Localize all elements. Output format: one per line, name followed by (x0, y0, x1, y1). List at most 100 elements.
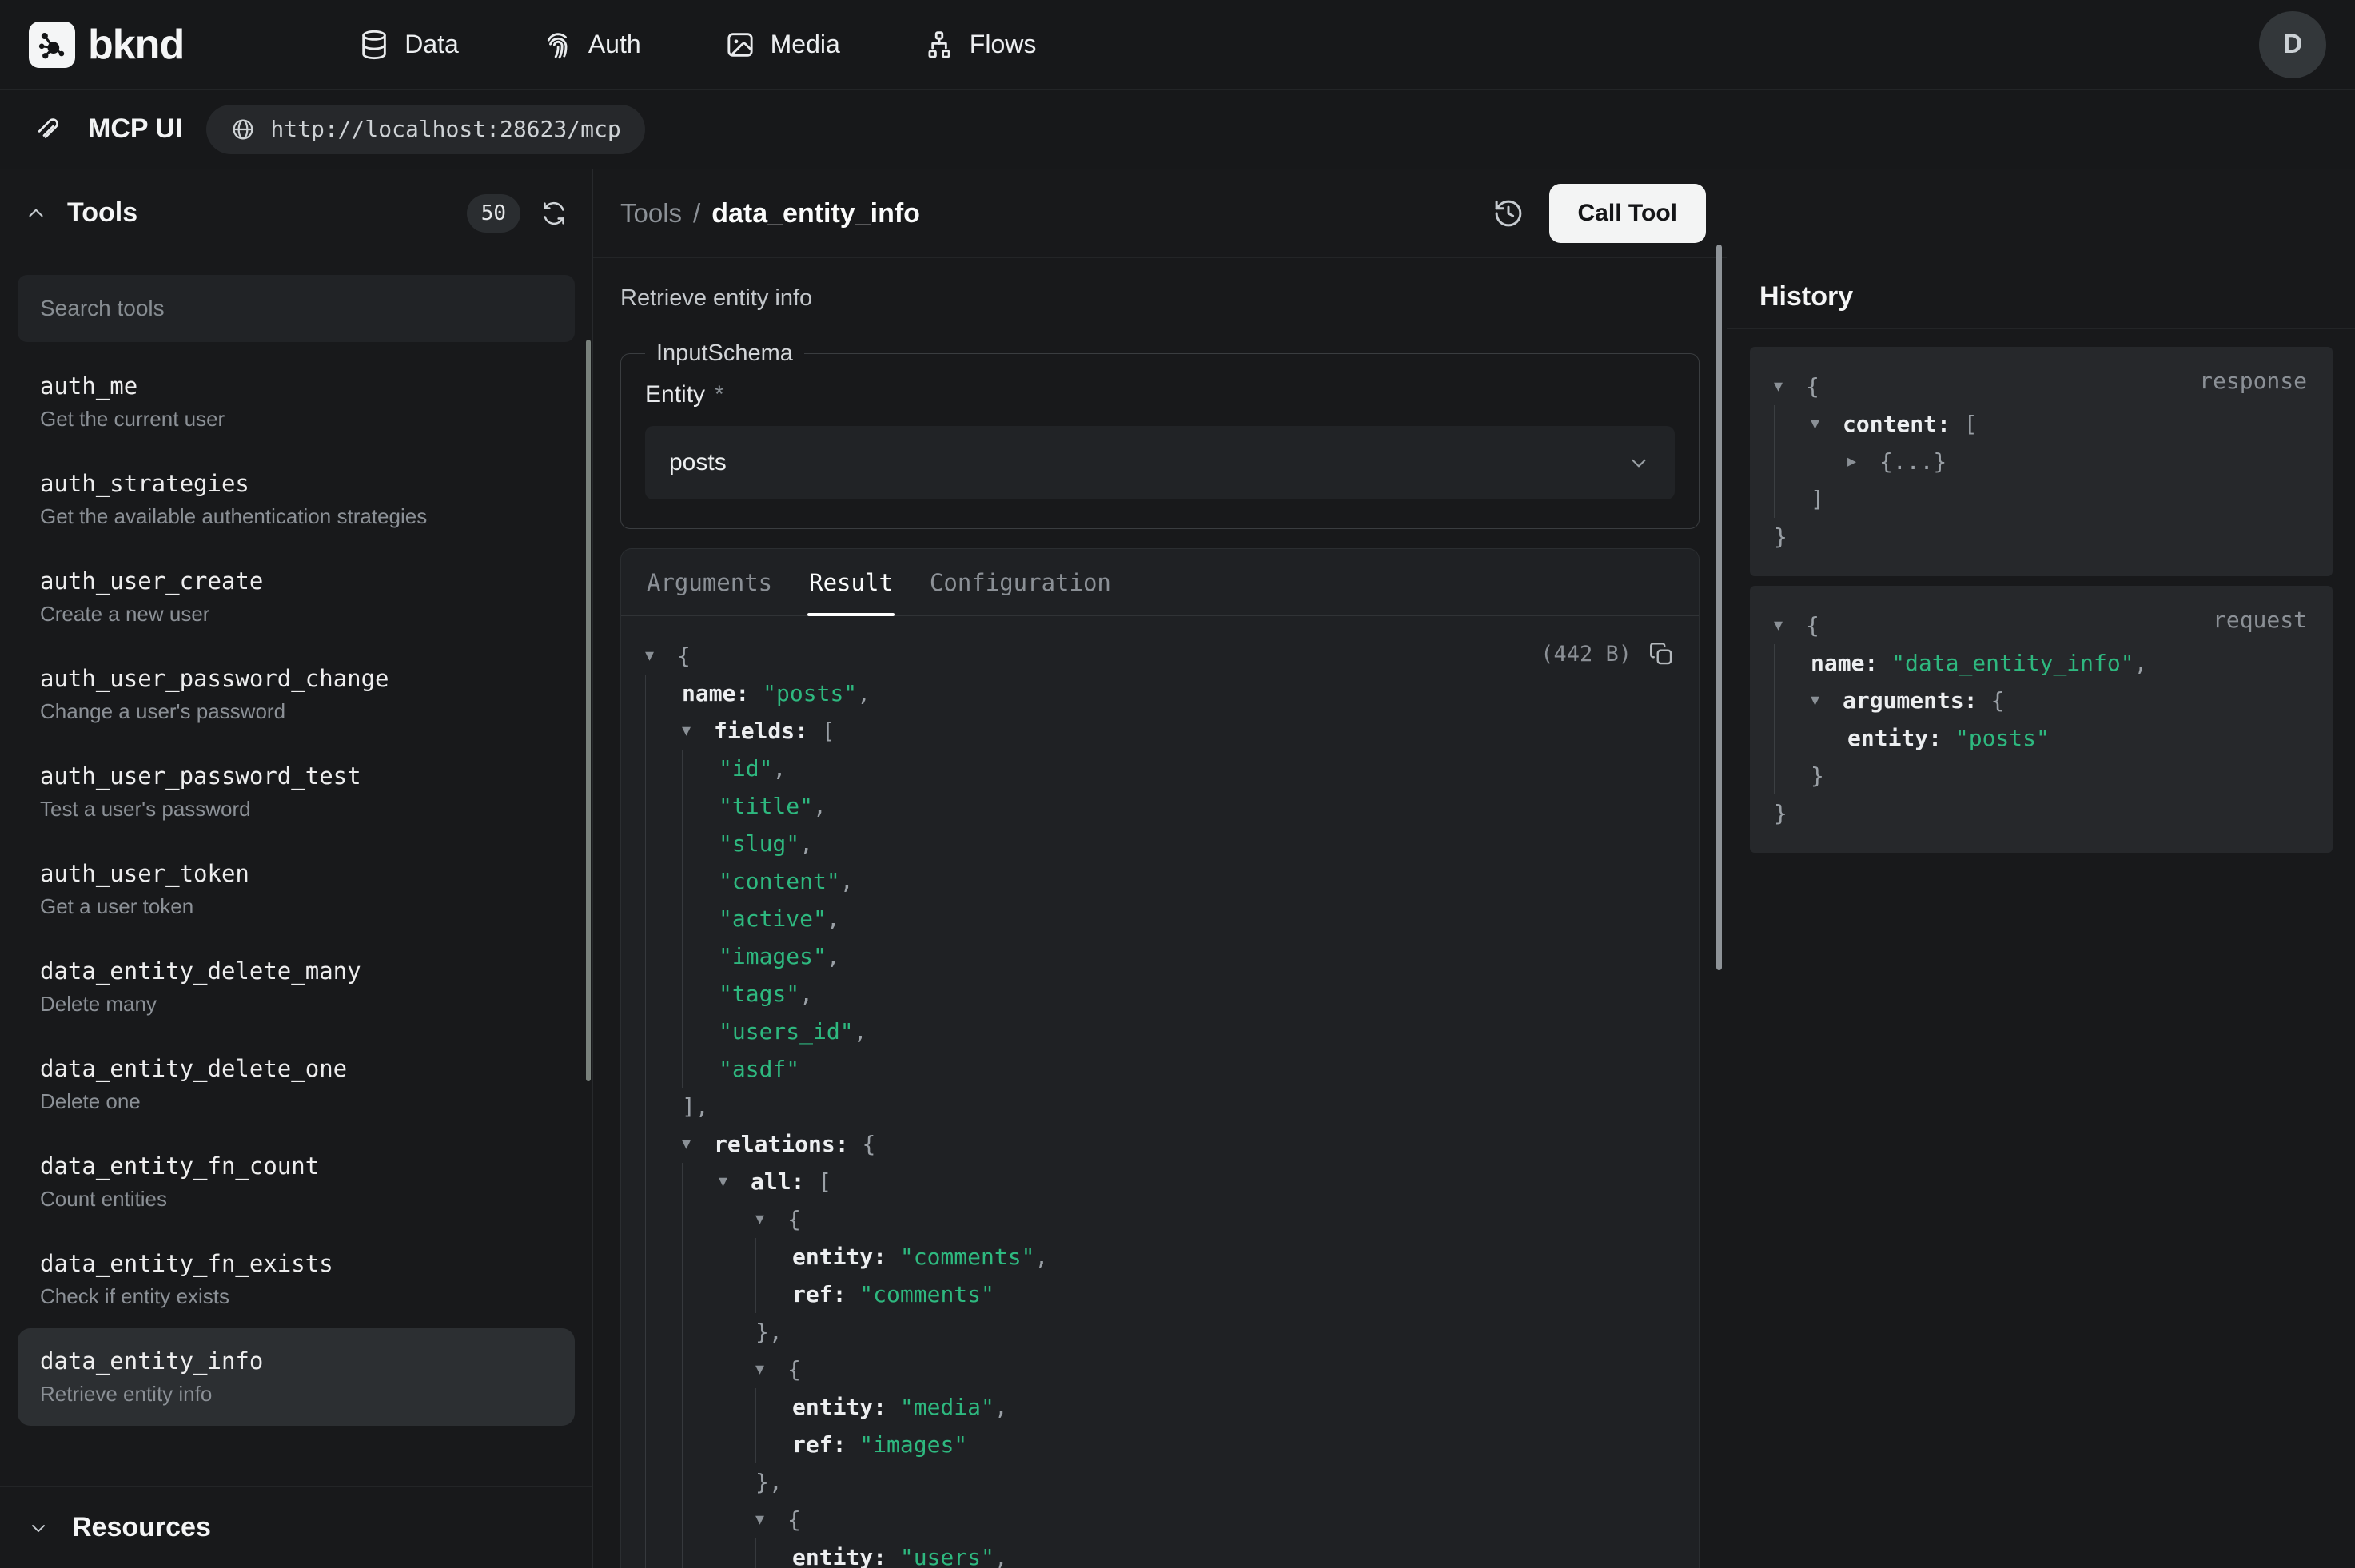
list-item[interactable]: auth_user_tokenGet a user token (18, 841, 575, 938)
list-item[interactable]: auth_user_password_changeChange a user's… (18, 646, 575, 743)
list-item[interactable]: data_entity_delete_manyDelete many (18, 938, 575, 1036)
list-item[interactable]: auth_meGet the current user (18, 353, 575, 451)
caret-toggle-icon[interactable]: ▾ (755, 1200, 787, 1238)
history-entry-response[interactable]: response▾{▾content: [▸{...}]} (1750, 347, 2333, 576)
app-window: bknd Data Auth (0, 0, 2355, 1568)
history-entry-request[interactable]: request▾{name: "data_entity_info",▾argum… (1750, 586, 2333, 853)
main-scrollbar-thumb[interactable] (1716, 245, 1722, 970)
tool-name: auth_user_password_change (40, 665, 552, 692)
indent-guide (645, 1463, 682, 1501)
tool-name: auth_user_password_test (40, 762, 552, 790)
indent-guide (645, 1238, 682, 1275)
resources-section[interactable]: Resources (0, 1486, 592, 1568)
indent-guide (1774, 719, 1811, 757)
caret-toggle-icon[interactable]: ▾ (719, 1163, 751, 1200)
json-line: entity: "users", (645, 1538, 1675, 1568)
caret-toggle-icon[interactable]: ▾ (682, 1125, 714, 1163)
tools-title: Tools (67, 197, 137, 229)
caret-toggle-icon[interactable]: ▾ (682, 712, 714, 750)
mcp-icon (34, 114, 64, 145)
json-line: } (1774, 794, 2309, 832)
indent-guide (645, 1426, 682, 1463)
tab-result[interactable]: Result (809, 549, 893, 615)
result-json-viewer: (442 B) ▾{name: "posts",▾fields: ["id","… (621, 616, 1699, 1568)
list-item[interactable]: auth_user_createCreate a new user (18, 548, 575, 646)
json-line: ref: "comments" (645, 1275, 1675, 1313)
history-toggle-button[interactable] (1492, 197, 1525, 230)
caret-toggle-icon[interactable]: ▾ (755, 1501, 787, 1538)
refresh-tools-button[interactable] (540, 199, 568, 228)
json-line: "tags", (645, 975, 1675, 1013)
tab-arguments[interactable]: Arguments (647, 549, 772, 615)
molecule-logo-icon (34, 27, 70, 62)
tab-bar: Arguments Result Configuration (621, 549, 1699, 616)
caret-toggle-icon[interactable]: ▸ (1847, 443, 1879, 480)
indent-guide (682, 750, 719, 787)
history-entry-label: request (2213, 607, 2307, 633)
list-item[interactable]: auth_strategiesGet the available authent… (18, 451, 575, 548)
indent-guide (682, 937, 719, 975)
indent-guide (645, 825, 682, 862)
json-line: ▾arguments: { (1774, 682, 2309, 719)
indent-guide (682, 975, 719, 1013)
history-title: History (1759, 281, 2323, 312)
json-line: "id", (645, 750, 1675, 787)
brand-name[interactable]: bknd (88, 21, 184, 69)
indent-guide (645, 1388, 682, 1426)
sidebar-scrollbar-thumb[interactable] (586, 340, 591, 1081)
nav-item-flows[interactable]: Flows (923, 29, 1037, 61)
tools-sidebar: Tools 50 auth_meGet the current userauth… (0, 169, 593, 1568)
resources-label: Resources (72, 1512, 211, 1543)
caret-toggle-icon[interactable]: ▾ (755, 1351, 787, 1388)
indent-guide (682, 787, 719, 825)
tool-description: Get a user token (40, 894, 552, 919)
tool-name: data_entity_fn_exists (40, 1250, 552, 1277)
tool-name: data_entity_info (40, 1347, 552, 1375)
list-item[interactable]: data_entity_infoRetrieve entity info (18, 1328, 575, 1426)
search-input[interactable] (18, 275, 575, 342)
caret-toggle-icon[interactable]: ▾ (1774, 368, 1806, 405)
json-line: }, (645, 1463, 1675, 1501)
indent-guide (719, 1388, 755, 1426)
nav-item-media[interactable]: Media (724, 29, 840, 61)
indent-guide (682, 1200, 719, 1238)
breadcrumb-section[interactable]: Tools (620, 198, 682, 229)
json-line: "asdf" (645, 1050, 1675, 1088)
caret-toggle-icon[interactable]: ▾ (1811, 682, 1843, 719)
history-header: History (1727, 169, 2355, 329)
caret-toggle-icon[interactable]: ▾ (1774, 607, 1806, 644)
tool-description: Delete one (40, 1089, 552, 1114)
indent-guide (682, 1313, 719, 1351)
tools-header: Tools 50 (0, 169, 592, 257)
indent-guide (682, 1463, 719, 1501)
indent-guide (719, 1351, 755, 1388)
indent-guide (1811, 443, 1847, 480)
tab-configuration[interactable]: Configuration (930, 549, 1111, 615)
bknd-logo[interactable] (29, 22, 75, 68)
history-icon (1492, 197, 1525, 230)
chevron-up-icon[interactable] (24, 201, 48, 225)
indent-guide (645, 1351, 682, 1388)
user-avatar[interactable]: D (2259, 11, 2326, 78)
entity-select-value: posts (669, 449, 727, 476)
list-item[interactable]: data_entity_fn_existsCheck if entity exi… (18, 1231, 575, 1328)
caret-toggle-icon[interactable]: ▾ (1811, 405, 1843, 443)
json-line: ▾{ (645, 1351, 1675, 1388)
indent-guide (682, 1351, 719, 1388)
json-line: ▾fields: [ (645, 712, 1675, 750)
nav-item-auth[interactable]: Auth (542, 29, 641, 61)
list-item[interactable]: auth_user_password_testTest a user's pas… (18, 743, 575, 841)
nav-item-data[interactable]: Data (358, 29, 459, 61)
caret-toggle-icon[interactable]: ▾ (645, 637, 677, 675)
tool-description: Count entities (40, 1187, 552, 1212)
list-item[interactable]: data_entity_delete_oneDelete one (18, 1036, 575, 1133)
entity-select[interactable]: posts (645, 426, 1675, 499)
copy-button[interactable] (1648, 640, 1675, 667)
call-tool-button[interactable]: Call Tool (1549, 184, 1706, 243)
nav-label: Data (404, 30, 459, 59)
history-entry-label: response (2199, 368, 2307, 394)
list-item[interactable]: data_entity_fn_countCount entities (18, 1133, 575, 1231)
mcp-url-pill[interactable]: http://localhost:28623/mcp (206, 105, 644, 154)
history-entries: response▾{▾content: [▸{...}]}request▾{na… (1727, 329, 2355, 870)
indent-guide (1774, 405, 1811, 443)
